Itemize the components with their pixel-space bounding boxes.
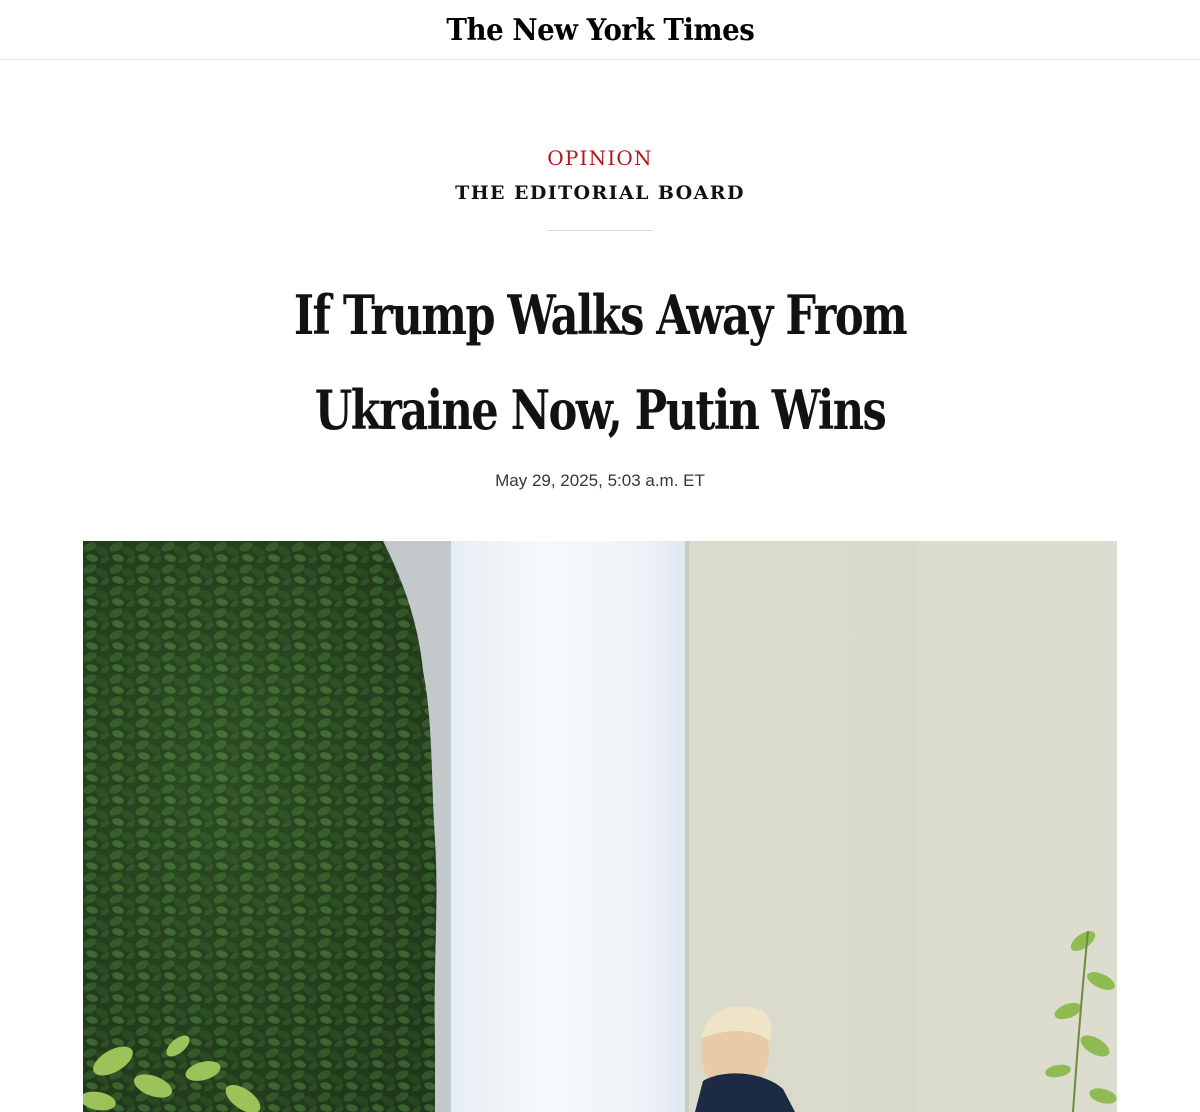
- publish-date: May 29, 2025, 5:03 a.m. ET: [495, 471, 705, 490]
- lead-photo-image: [83, 541, 1117, 1112]
- divider: [547, 230, 653, 231]
- section-label-opinion[interactable]: OPINION: [0, 146, 1200, 170]
- headline: If Trump Walks Away From Ukraine Now, Pu…: [293, 283, 908, 442]
- masthead: The New York Times: [0, 0, 1200, 60]
- lead-photo: [83, 541, 1117, 1112]
- byline[interactable]: THE EDITORIAL BOARD: [0, 182, 1200, 204]
- nyt-logo[interactable]: The New York Times: [446, 13, 754, 48]
